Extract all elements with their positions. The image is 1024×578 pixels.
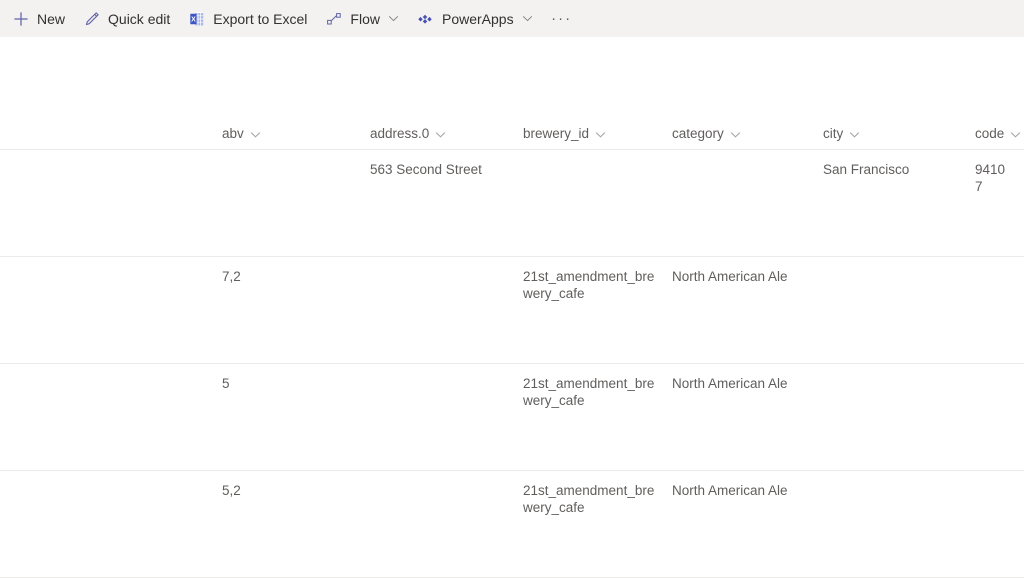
chevron-down-icon[interactable]	[388, 13, 399, 24]
chevron-down-icon[interactable]	[849, 129, 860, 140]
flow-button[interactable]: Flow	[317, 3, 407, 35]
cell-brewery-id: 21st_amendment_brewery_cafe	[523, 483, 672, 516]
chevron-down-icon[interactable]	[1010, 129, 1021, 140]
new-button-label: New	[37, 12, 65, 26]
pencil-icon	[83, 10, 101, 28]
cell-abv: 5,2	[222, 483, 370, 500]
column-header-row: abv address.0 brewery_id	[0, 114, 1024, 150]
chevron-down-icon[interactable]	[435, 129, 446, 140]
cell-abv: 5	[222, 376, 370, 393]
excel-icon: X	[188, 10, 206, 28]
flow-icon	[325, 10, 343, 28]
column-header-abv-label: abv	[222, 126, 244, 142]
powerapps-icon	[417, 10, 435, 28]
chevron-down-icon[interactable]	[522, 13, 533, 24]
cell-brewery-id: 21st_amendment_brewery_cafe	[523, 376, 672, 409]
cell-brewery-id: 21st_amendment_brewery_cafe	[523, 269, 672, 302]
svg-text:X: X	[191, 16, 196, 23]
cell-category: North American Ale	[672, 483, 823, 500]
column-header-brewery-id-label: brewery_id	[523, 126, 589, 142]
plus-icon	[12, 10, 30, 28]
column-header-abv[interactable]: abv	[222, 126, 370, 142]
table-row[interactable]: 7,2 21st_amendment_brewery_cafe North Am…	[0, 257, 1024, 364]
table-row[interactable]: 5 21st_amendment_brewery_cafe North Amer…	[0, 364, 1024, 471]
chevron-down-icon[interactable]	[595, 129, 606, 140]
ellipsis-icon[interactable]: ···	[547, 3, 577, 35]
cell-address: 563 Second Street	[370, 162, 523, 179]
export-to-excel-button[interactable]: X Export to Excel	[180, 3, 315, 35]
cell-category: North American Ale	[672, 376, 823, 393]
column-header-category[interactable]: category	[672, 126, 823, 142]
table-row[interactable]: 563 Second Street San Francisco 94107	[0, 150, 1024, 257]
cell-city: San Francisco	[823, 162, 975, 179]
column-header-city-label: city	[823, 126, 843, 142]
command-bar: New Quick edit X Export to Excel	[0, 0, 1024, 37]
column-header-address-label: address.0	[370, 126, 429, 142]
column-header-brewery-id[interactable]: brewery_id	[523, 126, 672, 142]
powerapps-button[interactable]: PowerApps	[409, 3, 541, 35]
cell-abv: 7,2	[222, 269, 370, 286]
export-to-excel-label: Export to Excel	[213, 12, 307, 26]
column-header-code-label: code	[975, 126, 1004, 142]
column-header-city[interactable]: city	[823, 126, 975, 142]
chevron-down-icon[interactable]	[250, 129, 261, 140]
table-row[interactable]: 5,2 21st_amendment_brewery_cafe North Am…	[0, 471, 1024, 578]
column-header-address[interactable]: address.0	[370, 126, 523, 142]
list-view: abv address.0 brewery_id	[0, 37, 1024, 578]
cell-code: 94107	[975, 162, 1024, 195]
flow-label: Flow	[350, 12, 380, 26]
chevron-down-icon[interactable]	[730, 129, 741, 140]
cell-category: North American Ale	[672, 269, 823, 286]
list-header-spacer	[0, 37, 1024, 114]
quick-edit-label: Quick edit	[108, 12, 170, 26]
powerapps-label: PowerApps	[442, 12, 514, 26]
quick-edit-button[interactable]: Quick edit	[75, 3, 178, 35]
new-button[interactable]: New	[4, 3, 73, 35]
column-header-code[interactable]: code	[975, 126, 1024, 142]
column-header-category-label: category	[672, 126, 724, 142]
